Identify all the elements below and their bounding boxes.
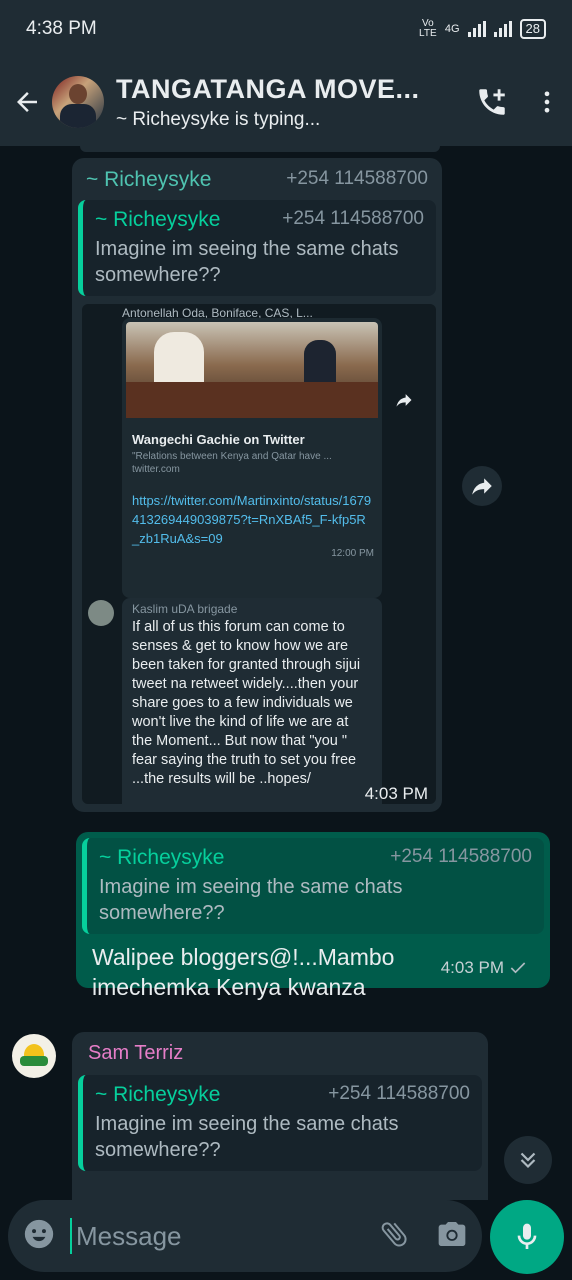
status-icons: Vo LTE 4G 28 [419, 19, 546, 39]
paperclip-icon [381, 1221, 407, 1247]
inner-text: If all of us this forum can come to sens… [132, 619, 361, 787]
message-input-container[interactable]: Message [8, 1200, 482, 1272]
quote-phone: +254 114588700 [390, 846, 532, 867]
quote-text: Imagine im seeing the same chats somewhe… [95, 1113, 399, 1161]
quote-phone: +254 114588700 [282, 208, 424, 229]
message-sender[interactable]: ~ Richeysyke [86, 168, 211, 192]
double-chevron-down-icon [520, 1152, 536, 1169]
chat-title-area[interactable]: TANGATANGA MOVE... ~ Richeysyke is typin… [116, 74, 462, 131]
chat-area[interactable]: ~ Richeysyke +254 114588700 ~ Richeysyke… [0, 146, 572, 1200]
message-bubble-forwarded[interactable]: ~ Richeysyke +254 114588700 ~ Richeysyke… [72, 158, 442, 812]
overflow-menu-button[interactable] [522, 88, 572, 116]
group-title: TANGATANGA MOVE... [116, 73, 420, 104]
forward-icon [472, 478, 492, 495]
sender-avatar[interactable] [12, 1034, 56, 1078]
add-call-button[interactable] [462, 85, 522, 119]
quote-sender: ~ Richeysyke [95, 1083, 221, 1106]
attach-button[interactable] [378, 1218, 410, 1255]
message-bubble-incoming[interactable]: Sam Terriz ~ Richeysyke +254 114588700 Im… [72, 1032, 488, 1200]
battery-icon: 28 [519, 19, 546, 39]
quote-sender: ~ Richeysyke [95, 208, 221, 231]
input-bar: Message [0, 1200, 572, 1280]
voice-message-button[interactable] [490, 1200, 564, 1274]
message-input[interactable]: Message [70, 1218, 378, 1254]
quoted-message[interactable]: ~ Richeysyke +254 114588700 Imagine im se… [78, 1075, 482, 1171]
link-time: 12:00 PM [331, 548, 374, 559]
network-type: 4G [444, 23, 460, 35]
back-button[interactable] [2, 87, 52, 117]
signal-icon-2 [493, 21, 512, 37]
microphone-icon [517, 1223, 537, 1249]
quote-phone: +254 114588700 [328, 1083, 470, 1104]
scroll-to-bottom-button[interactable] [504, 1136, 552, 1184]
forward-button[interactable] [462, 466, 502, 506]
link-description: "Relations between Kenya and Qatar have … [132, 451, 332, 462]
quote-text: Imagine im seeing the same chats somewhe… [95, 238, 399, 286]
link-url[interactable]: https://twitter.com/Martinxinto/status/1… [122, 491, 382, 548]
camera-icon [438, 1221, 466, 1246]
link-domain: twitter.com [132, 464, 180, 475]
message-time: 4:03 PM [364, 784, 428, 803]
camera-button[interactable] [436, 1218, 468, 1255]
inner-sender: Kaslim uDA brigade [132, 602, 238, 616]
volte-indicator: Vo LTE [419, 18, 437, 39]
quote-sender: ~ Richeysyke [99, 846, 225, 869]
group-avatar[interactable] [52, 76, 104, 128]
inner-message[interactable]: Kaslim uDA brigade If all of us this for… [122, 598, 382, 804]
link-preview-card[interactable]: Wangechi Gachie on Twitter "Relations be… [122, 318, 382, 598]
share-icon[interactable] [394, 390, 414, 415]
link-preview-image [126, 322, 378, 418]
emoji-icon [24, 1219, 54, 1248]
prior-message-edge [80, 146, 440, 152]
more-vert-icon [544, 91, 550, 113]
status-time: 4:38 PM [26, 18, 97, 39]
emoji-button[interactable] [22, 1217, 56, 1256]
quoted-message[interactable]: ~ Richeysyke +254 114588700 Imagine im se… [82, 838, 544, 934]
inner-avatar [88, 600, 114, 626]
message-phone: +254 114588700 [286, 168, 428, 189]
message-bubble-outgoing[interactable]: ~ Richeysyke +254 114588700 Imagine im se… [76, 832, 550, 1000]
status-bar: 4:38 PM Vo LTE 4G 28 [0, 0, 572, 58]
screenshot-image[interactable]: Antonellah Oda, Boniface, CAS, L... Wang… [82, 304, 436, 804]
chat-header: TANGATANGA MOVE... ~ Richeysyke is typin… [0, 58, 572, 146]
typing-status: ~ Richeysyke is typing... [116, 108, 321, 130]
quoted-message[interactable]: ~ Richeysyke +254 114588700 Imagine im se… [78, 200, 436, 296]
arrow-left-icon [17, 92, 37, 112]
message-sender[interactable]: Sam Terriz [72, 1032, 488, 1065]
message-time: 4:03 PM [440, 958, 504, 977]
quote-text: Imagine im seeing the same chats somewhe… [99, 876, 403, 924]
check-icon [510, 962, 526, 974]
signal-icon [467, 21, 486, 37]
link-title: Wangechi Gachie on Twitter [132, 432, 305, 447]
phone-plus-icon [479, 89, 505, 115]
